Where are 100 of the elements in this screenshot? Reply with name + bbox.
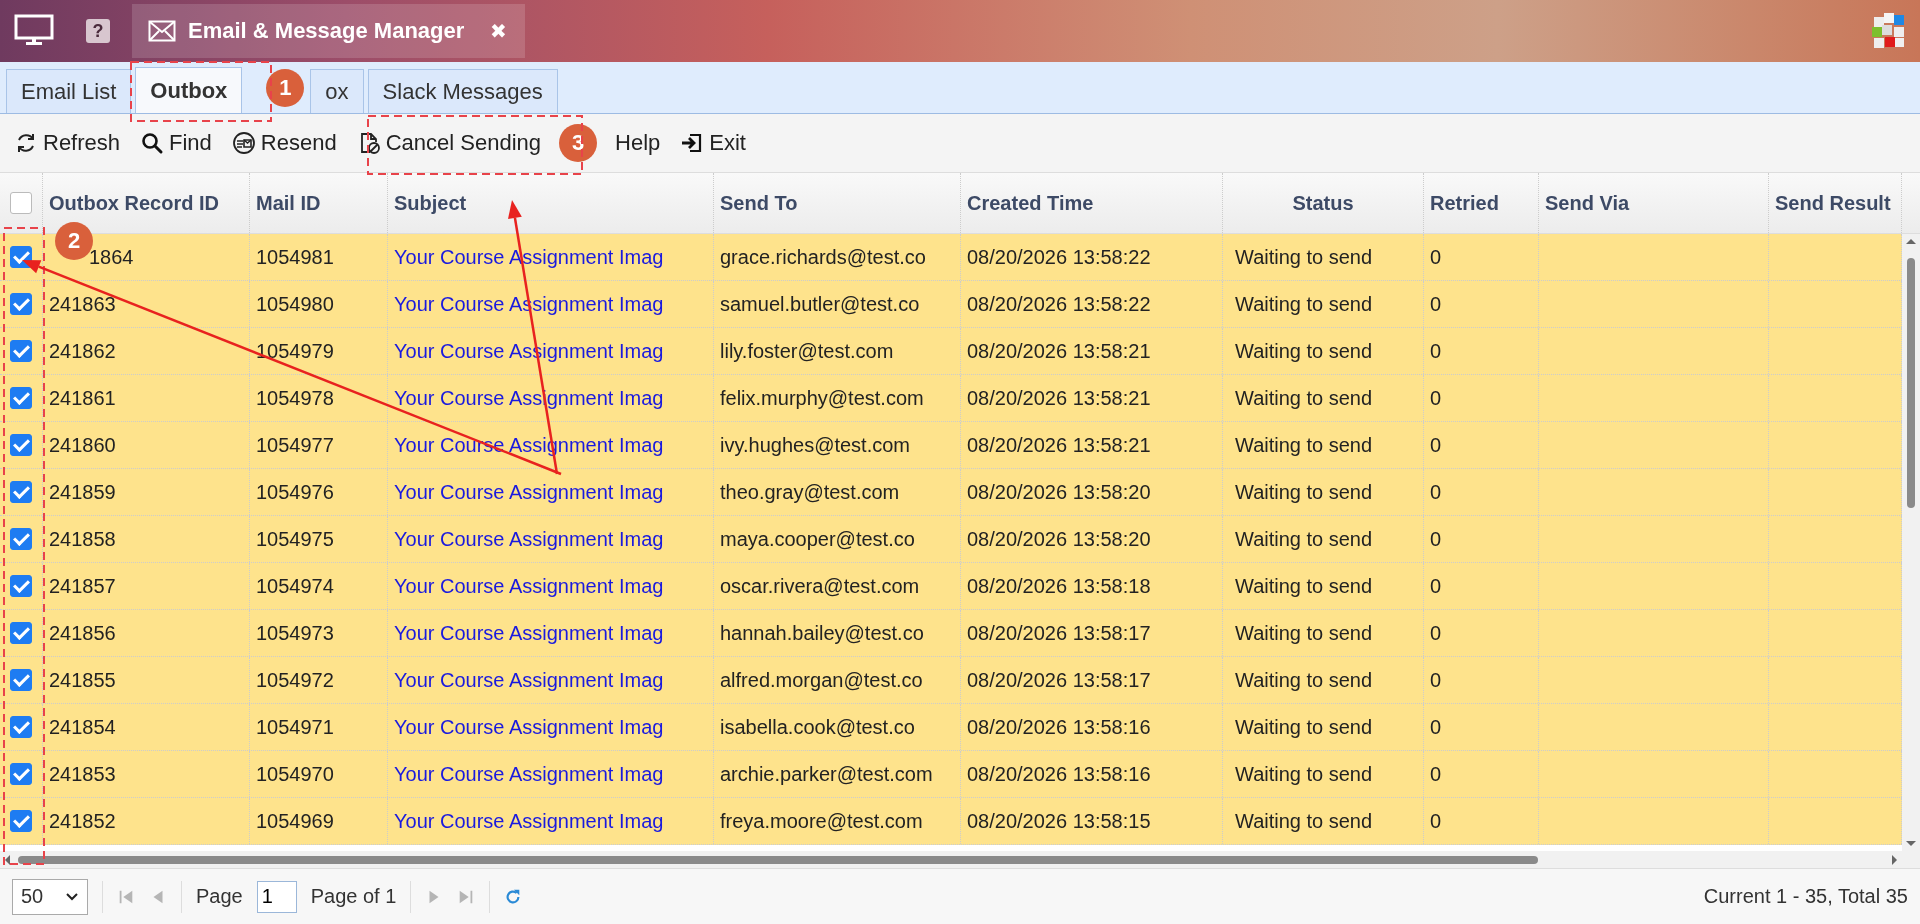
retried-cell: 0 — [1430, 668, 1442, 692]
close-button[interactable]: ✖ — [490, 19, 508, 43]
mail-id-cell: 1054981 — [256, 245, 334, 269]
cubes-logo-icon — [1870, 11, 1906, 51]
subject-link[interactable]: Your Course Assignment Imag — [394, 715, 664, 739]
recipient-cell: lily.foster@test.com — [720, 339, 894, 363]
row-checkbox[interactable] — [10, 763, 32, 785]
subject-link[interactable]: Your Course Assignment Imag — [394, 480, 664, 504]
page-size-select[interactable]: 50 — [12, 878, 88, 915]
status-cell: Waiting to send — [1235, 433, 1373, 457]
record-id-cell: 241862 — [49, 339, 116, 363]
horizontal-scrollbar[interactable] — [0, 851, 1920, 868]
record-id-cell: 241857 — [49, 574, 116, 598]
row-checkbox[interactable] — [10, 810, 32, 832]
help-button[interactable]: ? — [86, 19, 110, 43]
created-time-cell: 08/20/2026 13:58:16 — [967, 762, 1151, 786]
toolbar-button[interactable]: Find — [138, 126, 214, 160]
row-checkbox[interactable] — [10, 528, 32, 550]
caret-icon — [65, 891, 79, 902]
subject-link[interactable]: Your Course Assignment Imag — [394, 621, 664, 645]
mail-id-cell: 1054972 — [256, 668, 334, 692]
vertical-scrollbar[interactable] — [1902, 234, 1920, 851]
column-header[interactable]: Mail ID — [250, 173, 388, 233]
column-header[interactable]: Send Result — [1769, 173, 1902, 233]
tab[interactable]: Slack Messages — [367, 69, 558, 113]
subject-link[interactable]: Your Course Assignment Imag — [394, 574, 664, 598]
page-input[interactable]: 1 — [256, 880, 297, 913]
row-checkbox[interactable] — [10, 246, 32, 268]
app-tab-title: Email & Message Manager — [188, 18, 465, 44]
app-tab[interactable]: Email & Message Manager ✖ — [132, 4, 526, 58]
created-time-cell: 08/20/2026 13:58:15 — [967, 809, 1151, 833]
monitor-icon[interactable] — [14, 14, 54, 48]
page-count-label: Page of 1 — [310, 885, 397, 908]
column-header[interactable]: Send Via — [1539, 173, 1769, 233]
row-checkbox[interactable] — [10, 622, 32, 644]
subject-link[interactable]: Your Course Assignment Imag — [394, 527, 664, 551]
created-time-cell: 08/20/2026 13:58:17 — [967, 668, 1151, 692]
record-id-cell: 241859 — [49, 480, 116, 504]
status-cell: Waiting to send — [1235, 292, 1373, 316]
record-summary: Current 1 - 35, Total 35 — [1703, 885, 1908, 908]
subject-link[interactable]: Your Course Assignment Imag — [394, 762, 664, 786]
row-checkbox[interactable] — [10, 387, 32, 409]
select-all-checkbox[interactable] — [10, 192, 32, 214]
created-time-cell: 08/20/2026 13:58:20 — [967, 480, 1151, 504]
record-id-cell: 241853 — [49, 762, 116, 786]
mail-id-cell: 1054979 — [256, 339, 334, 363]
step-badge: 1 — [266, 68, 305, 107]
mail-id-cell: 1054974 — [256, 574, 334, 598]
created-time-cell: 08/20/2026 13:58:21 — [967, 433, 1151, 457]
row-checkbox[interactable] — [10, 716, 32, 738]
retried-cell: 0 — [1430, 480, 1442, 504]
created-time-cell: 08/20/2026 13:58:18 — [967, 574, 1151, 598]
record-id-cell: 241860 — [49, 433, 116, 457]
record-id-cell: 241863 — [49, 292, 116, 316]
retried-cell: 0 — [1430, 762, 1442, 786]
row-checkbox[interactable] — [10, 575, 32, 597]
subject-link[interactable]: Your Course Assignment Imag — [394, 668, 664, 692]
tab[interactable]: ox — [310, 69, 364, 113]
tab[interactable]: Email List — [6, 69, 132, 113]
subject-link[interactable]: Your Course Assignment Imag — [394, 809, 664, 833]
toolbar-button[interactable]: Exit — [678, 126, 748, 160]
recipient-cell: ivy.hughes@test.com — [720, 433, 910, 457]
record-id-cell: 241861 — [49, 386, 116, 410]
tab[interactable]: Outbox — [135, 67, 243, 113]
resend-icon — [231, 131, 256, 155]
mail-id-cell: 1054970 — [256, 762, 334, 786]
toolbar-button[interactable]: Refresh — [12, 126, 123, 160]
column-header[interactable]: Send To — [714, 173, 961, 233]
mail-id-cell: 1054969 — [256, 809, 334, 833]
recipient-cell: samuel.butler@test.co — [720, 292, 920, 316]
mail-id-cell: 1054978 — [256, 386, 334, 410]
recipient-cell: felix.murphy@test.com — [720, 386, 924, 410]
toolbar-button[interactable]: Help — [613, 126, 663, 160]
mail-id-cell: 1054976 — [256, 480, 334, 504]
created-time-cell: 08/20/2026 13:58:16 — [967, 715, 1151, 739]
column-header[interactable]: Retried — [1424, 173, 1539, 233]
toolbar-button[interactable]: Resend — [229, 126, 339, 160]
recipient-cell: grace.richards@test.co — [720, 245, 926, 269]
search-icon — [140, 131, 165, 155]
row-checkbox[interactable] — [10, 434, 32, 456]
recipient-cell: hannah.bailey@test.co — [720, 621, 924, 645]
record-id-cell: 241852 — [49, 809, 116, 833]
retried-cell: 0 — [1430, 433, 1442, 457]
created-time-cell: 08/20/2026 13:58:22 — [967, 245, 1151, 269]
status-cell: Waiting to send — [1235, 574, 1373, 598]
column-header[interactable]: Status — [1223, 173, 1424, 233]
toolbar-button[interactable]: Cancel Sending — [354, 126, 544, 160]
status-cell: Waiting to send — [1235, 621, 1373, 645]
column-header[interactable]: Created Time — [961, 173, 1223, 233]
row-checkbox[interactable] — [10, 293, 32, 315]
status-cell: Waiting to send — [1235, 480, 1373, 504]
status-cell: Waiting to send — [1235, 715, 1373, 739]
created-time-cell: 08/20/2026 13:58:20 — [967, 527, 1151, 551]
retried-cell: 0 — [1430, 574, 1442, 598]
mail-id-cell: 1054980 — [256, 292, 334, 316]
row-checkbox[interactable] — [10, 340, 32, 362]
recipient-cell: alfred.morgan@test.co — [720, 668, 923, 692]
row-checkbox[interactable] — [10, 481, 32, 503]
row-checkbox[interactable] — [10, 669, 32, 691]
retried-cell: 0 — [1430, 809, 1442, 833]
